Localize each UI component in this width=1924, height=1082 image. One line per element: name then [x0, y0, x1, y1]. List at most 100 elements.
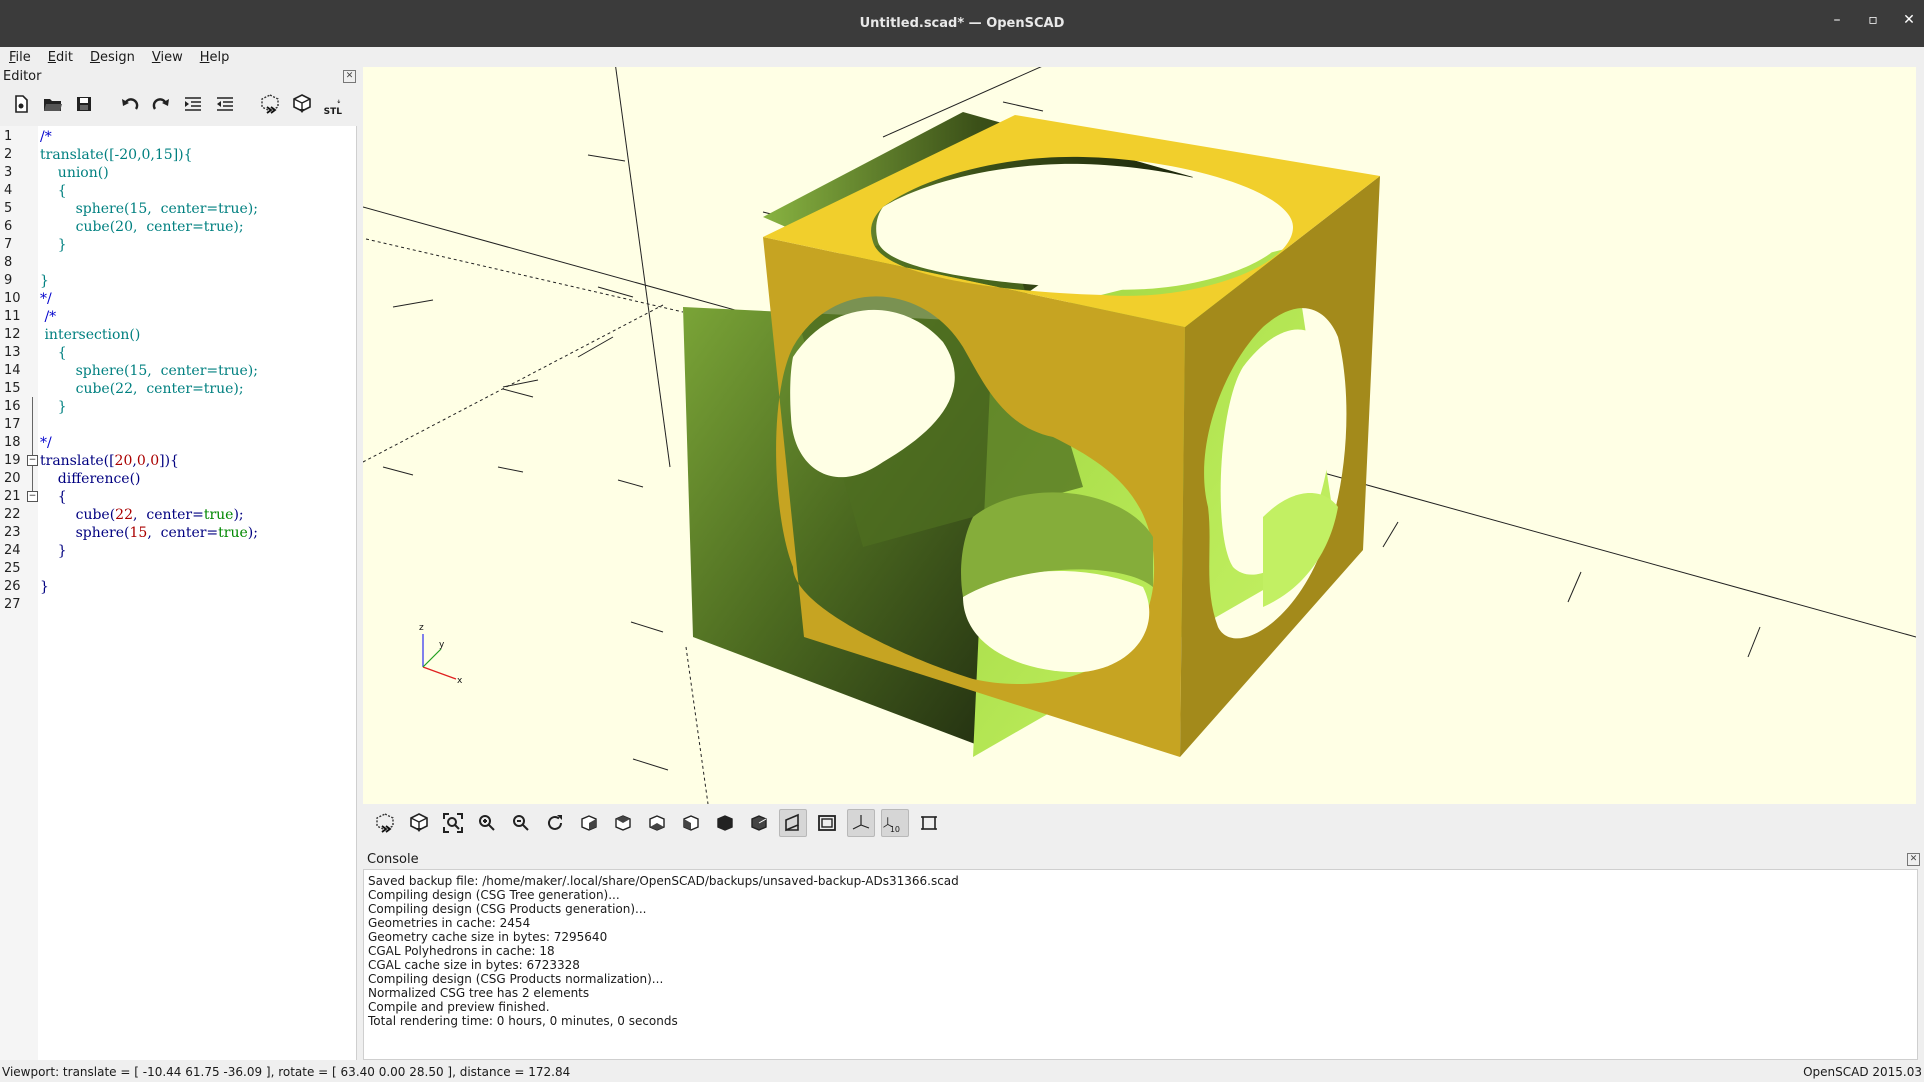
menu-view-label: iew: [160, 49, 183, 65]
code-line[interactable]: 1 /*: [0, 128, 356, 146]
console-line: CGAL cache size in bytes: 6723328: [368, 958, 580, 972]
code-line[interactable]: 21− {: [0, 488, 356, 506]
line-number: 7: [4, 237, 13, 252]
code-line[interactable]: 25: [0, 560, 356, 578]
console-line: Compile and preview finished.: [368, 1000, 550, 1014]
code-line[interactable]: 27: [0, 596, 356, 614]
show-edges-icon[interactable]: [915, 809, 943, 837]
new-file-icon[interactable]: [8, 90, 34, 118]
minimize-button[interactable]: –: [1830, 12, 1844, 28]
indent-icon[interactable]: [180, 90, 206, 118]
menu-edit[interactable]: Edit: [39, 50, 81, 65]
unindent-icon[interactable]: [212, 90, 238, 118]
view-top-icon[interactable]: [609, 809, 637, 837]
line-number: 15: [4, 381, 21, 396]
menu-file[interactable]: File: [0, 50, 39, 65]
axis-label-z: z: [419, 623, 424, 633]
close-window-button[interactable]: ✕: [1902, 12, 1916, 28]
code-line[interactable]: 10 */: [0, 290, 356, 308]
fold-toggle-icon[interactable]: −: [27, 491, 38, 502]
code-line[interactable]: 12 intersection(): [0, 326, 356, 344]
code-line[interactable]: 23 sphere(15, center=true);: [0, 524, 356, 542]
export-stl-icon[interactable]: STL: [324, 90, 362, 118]
code-line[interactable]: 3 union(): [0, 164, 356, 182]
code-text: cube(20, center=true);: [40, 218, 244, 236]
view-left-icon[interactable]: [677, 809, 705, 837]
reset-view-icon[interactable]: [541, 809, 569, 837]
preview-icon[interactable]: [257, 90, 283, 118]
axis-gizmo: z y x: [419, 623, 463, 686]
code-line[interactable]: 17: [0, 416, 356, 434]
code-token: }: [40, 579, 49, 595]
show-axes-icon[interactable]: [847, 809, 875, 837]
view-bottom-icon[interactable]: [643, 809, 671, 837]
render-icon[interactable]: [289, 90, 315, 118]
code-token: sphere(15, center=true);: [40, 363, 258, 379]
console-close-button[interactable]: ✕: [1907, 852, 1920, 866]
menu-design[interactable]: Design: [81, 50, 143, 65]
orthogonal-icon[interactable]: [813, 809, 841, 837]
view-front-icon[interactable]: [711, 809, 739, 837]
menubar: File Edit Design View Help: [0, 47, 1924, 67]
code-line[interactable]: 24 }: [0, 542, 356, 560]
undo-icon[interactable]: [117, 90, 143, 118]
viewport-scrollbar[interactable]: [1916, 67, 1924, 804]
code-token: difference(): [40, 471, 141, 487]
code-line[interactable]: 16 }: [0, 398, 356, 416]
code-line[interactable]: 11 /*: [0, 308, 356, 326]
code-line[interactable]: 7 }: [0, 236, 356, 254]
code-token: }: [40, 399, 67, 415]
code-token: true: [203, 507, 234, 523]
render-icon[interactable]: [405, 809, 433, 837]
menu-help-label: elp: [209, 49, 230, 65]
code-line[interactable]: 6 cube(20, center=true);: [0, 218, 356, 236]
zoom-out-icon[interactable]: [507, 809, 535, 837]
editor-close-button[interactable]: ✕: [343, 69, 356, 83]
code-line[interactable]: 5 sphere(15, center=true);: [0, 200, 356, 218]
code-line[interactable]: 8: [0, 254, 356, 272]
view-right-icon[interactable]: [575, 809, 603, 837]
code-line[interactable]: 19− translate([20,0,0]){: [0, 452, 356, 470]
code-token: union(): [40, 165, 109, 181]
console-line: Geometries in cache: 2454: [368, 916, 531, 930]
view-all-icon[interactable]: [439, 809, 467, 837]
code-line[interactable]: 9}: [0, 272, 356, 290]
preview-icon[interactable]: [371, 809, 399, 837]
menu-help[interactable]: Help: [191, 50, 238, 65]
code-line[interactable]: 18 */: [0, 434, 356, 452]
code-line[interactable]: 13 {: [0, 344, 356, 362]
line-number: 21: [4, 489, 21, 504]
difference-cube-model: [683, 112, 1380, 757]
code-line[interactable]: 4 {: [0, 182, 356, 200]
fold-toggle-icon[interactable]: −: [27, 455, 38, 466]
3d-viewport[interactable]: z y x: [363, 67, 1916, 804]
code-token: cube(: [40, 507, 116, 523]
view-back-icon[interactable]: [745, 809, 773, 837]
code-text: /*: [40, 308, 56, 326]
code-text: cube(22, center=true);: [40, 506, 244, 524]
maximize-button[interactable]: ▫: [1866, 12, 1880, 28]
perspective-icon[interactable]: [779, 809, 807, 837]
line-number: 27: [4, 597, 21, 612]
code-line[interactable]: 26}: [0, 578, 356, 596]
code-line[interactable]: 14 sphere(15, center=true);: [0, 362, 356, 380]
code-token: ]){: [159, 453, 179, 469]
zoom-in-icon[interactable]: [473, 809, 501, 837]
code-text: {: [40, 488, 67, 506]
code-editor[interactable]: 1/* 2 translate([-20,0,15]){3 union() 4 {5 …: [0, 126, 357, 1060]
code-line[interactable]: 22 cube(22, center=true);: [0, 506, 356, 524]
code-token: sphere(15, center=true);: [40, 201, 258, 217]
open-file-icon[interactable]: [40, 90, 66, 118]
redo-icon[interactable]: [148, 90, 174, 118]
code-token: */: [40, 291, 52, 307]
line-number: 20: [4, 471, 21, 486]
code-line[interactable]: 2 translate([-20,0,15]){: [0, 146, 356, 164]
code-line[interactable]: 20 difference(): [0, 470, 356, 488]
console-output[interactable]: Saved backup file: /home/maker/.local/sh…: [363, 869, 1918, 1060]
menu-view[interactable]: View: [143, 50, 191, 65]
code-text: }: [40, 272, 49, 290]
save-icon[interactable]: [72, 90, 98, 118]
code-line[interactable]: 15 cube(22, center=true);: [0, 380, 356, 398]
show-scale-markers-icon[interactable]: 10: [881, 809, 909, 837]
line-number: 8: [4, 255, 13, 270]
